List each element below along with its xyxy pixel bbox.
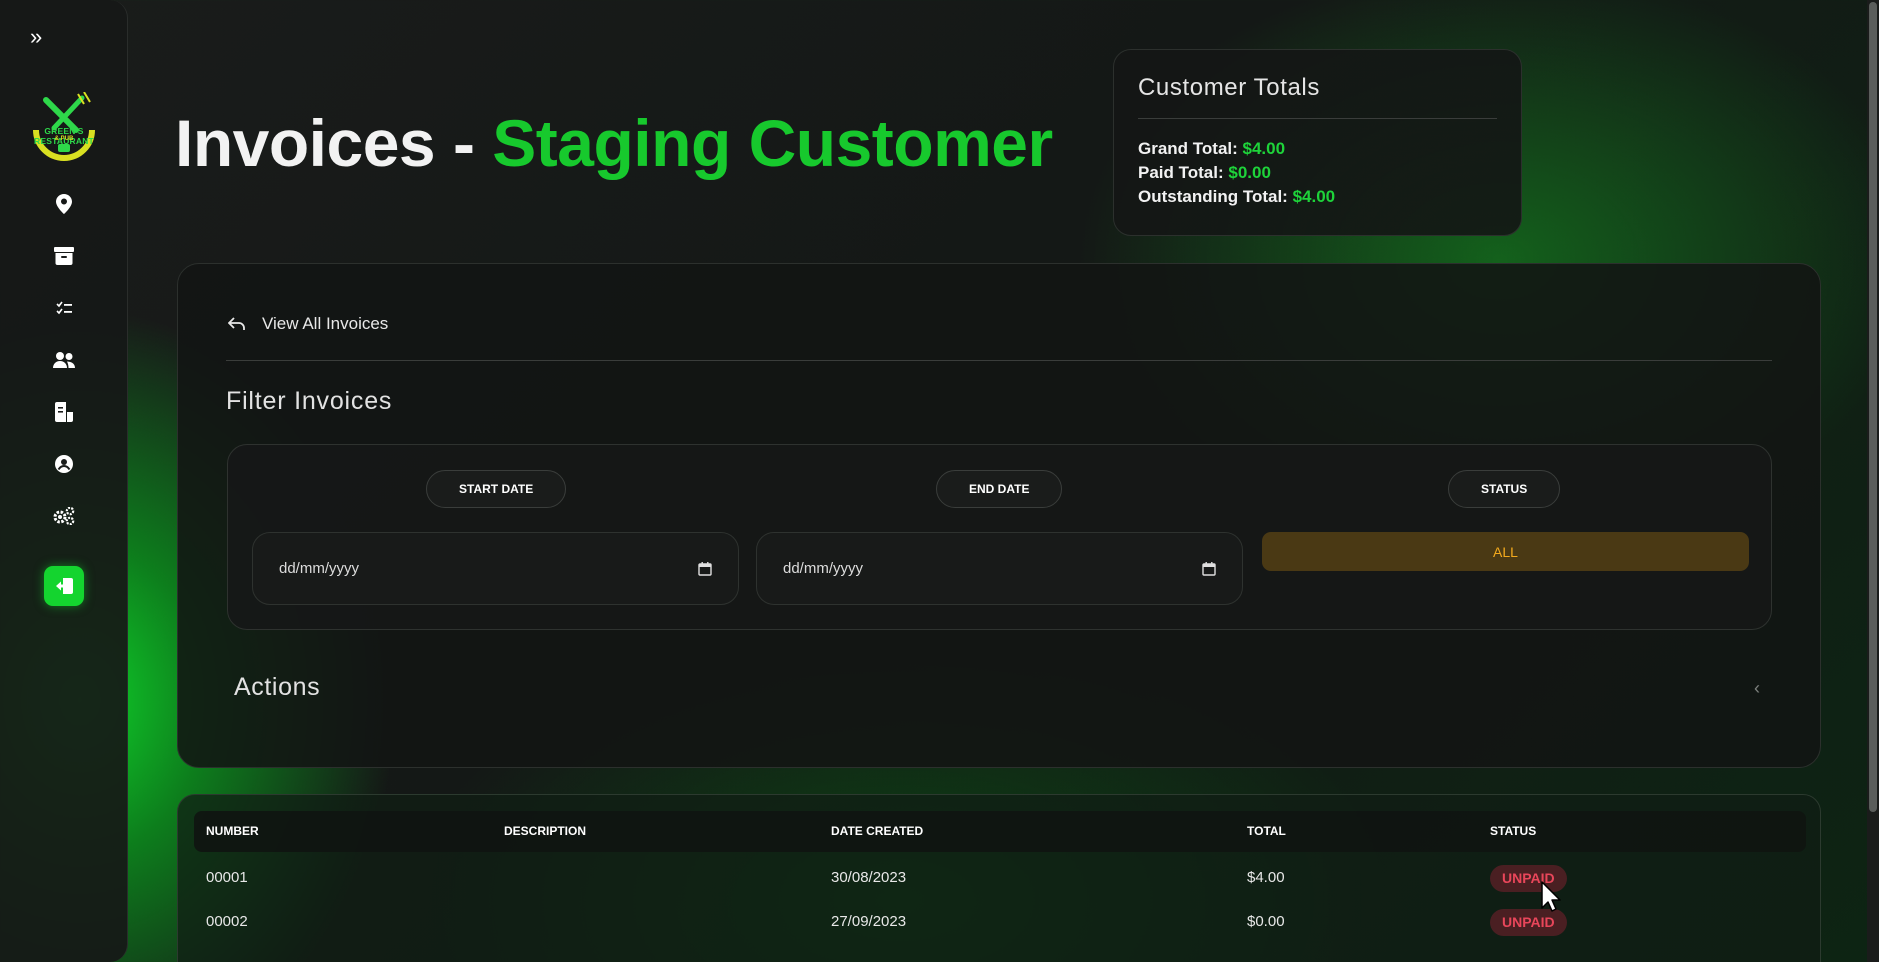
restaurant-logo[interactable]: GREEN'S RESTAURANT & PUB xyxy=(14,92,114,170)
invoices-table: NUMBER DESCRIPTION DATE CREATED TOTAL ST… xyxy=(177,794,1821,962)
start-date-placeholder: dd/mm/yyyy xyxy=(279,560,360,577)
back-arrow-icon xyxy=(228,317,245,330)
sign-out-icon xyxy=(56,578,73,594)
user-circle-icon[interactable] xyxy=(50,450,78,478)
end-date-label: END DATE xyxy=(936,470,1063,508)
scrollbar-thumb[interactable] xyxy=(1869,2,1877,812)
grand-total-label: Grand Total: xyxy=(1138,139,1243,158)
view-all-invoices-label: View All Invoices xyxy=(262,314,389,333)
column-header-date-created[interactable]: DATE CREATED xyxy=(831,811,923,852)
logo-subtext: & PUB xyxy=(54,136,74,142)
invoice-number: 00002 xyxy=(206,913,248,930)
double-chevron-right-icon[interactable]: » xyxy=(30,26,42,48)
invoice-filter-panel: View All Invoices Filter Invoices START … xyxy=(177,263,1821,768)
grand-total-value: $4.00 xyxy=(1242,139,1286,158)
column-header-number[interactable]: NUMBER xyxy=(206,811,259,852)
grand-total-row: Grand Total: $4.00 xyxy=(1138,137,1497,161)
document-icon[interactable] xyxy=(50,398,78,426)
paid-total-label: Paid Total: xyxy=(1138,163,1229,182)
table-row[interactable]: 00001 30/08/2023 $4.00 UNPAID xyxy=(194,856,1806,900)
end-date-placeholder: dd/mm/yyyy xyxy=(783,560,864,577)
filter-box: START DATE END DATE STATUS dd/mm/yyyy dd… xyxy=(227,444,1772,630)
column-header-total[interactable]: TOTAL xyxy=(1247,811,1286,852)
mouse-cursor-icon xyxy=(1541,881,1561,912)
outstanding-total-label: Outstanding Total: xyxy=(1138,187,1293,206)
invoice-total: $4.00 xyxy=(1247,869,1285,886)
start-date-input[interactable]: dd/mm/yyyy xyxy=(252,532,739,605)
sidebar: » GREEN'S RESTAURANT & PUB xyxy=(0,0,128,962)
customer-totals-card: Customer Totals Grand Total: $4.00 Paid … xyxy=(1113,49,1522,236)
outstanding-total-value: $4.00 xyxy=(1292,187,1336,206)
view-all-invoices-link[interactable]: View All Invoices xyxy=(228,314,388,334)
invoice-date: 27/09/2023 xyxy=(831,913,907,930)
invoice-date: 30/08/2023 xyxy=(831,869,907,886)
checklist-icon[interactable] xyxy=(50,294,78,322)
outstanding-total-row: Outstanding Total: $4.00 xyxy=(1138,185,1497,209)
page-scrollbar[interactable] xyxy=(1867,0,1879,962)
filter-invoices-title: Filter Invoices xyxy=(226,387,393,415)
calendar-icon[interactable] xyxy=(1202,561,1216,576)
invoice-total: $0.00 xyxy=(1247,913,1285,930)
customer-totals-heading: Customer Totals xyxy=(1138,74,1497,119)
start-date-label: START DATE xyxy=(426,470,567,508)
table-row[interactable]: 00002 27/09/2023 $0.00 UNPAID xyxy=(194,900,1806,944)
column-header-description[interactable]: DESCRIPTION xyxy=(504,811,586,852)
gears-icon[interactable] xyxy=(50,502,78,530)
actions-title[interactable]: Actions xyxy=(234,673,320,702)
paid-total-value: $0.00 xyxy=(1228,163,1271,182)
map-pin-icon[interactable] xyxy=(50,190,78,218)
paid-total-row: Paid Total: $0.00 xyxy=(1138,161,1497,185)
invoice-number: 00001 xyxy=(206,869,248,886)
status-select[interactable]: ALL xyxy=(1262,532,1749,571)
divider xyxy=(226,360,1772,361)
end-date-input[interactable]: dd/mm/yyyy xyxy=(756,532,1243,605)
table-header: NUMBER DESCRIPTION DATE CREATED TOTAL ST… xyxy=(194,811,1806,852)
status-badge[interactable]: UNPAID xyxy=(1490,909,1567,936)
users-icon[interactable] xyxy=(50,346,78,374)
page-title-prefix: Invoices - xyxy=(175,106,493,180)
logout-button[interactable] xyxy=(44,566,84,606)
page-title: Invoices - Staging Customer xyxy=(175,105,1053,181)
page-title-customer: Staging Customer xyxy=(492,106,1053,180)
archive-box-icon[interactable] xyxy=(50,242,78,270)
status-label: STATUS xyxy=(1448,470,1561,508)
column-header-status[interactable]: STATUS xyxy=(1490,811,1536,852)
calendar-icon[interactable] xyxy=(698,561,712,576)
chevron-left-icon[interactable]: ‹ xyxy=(1754,678,1760,699)
